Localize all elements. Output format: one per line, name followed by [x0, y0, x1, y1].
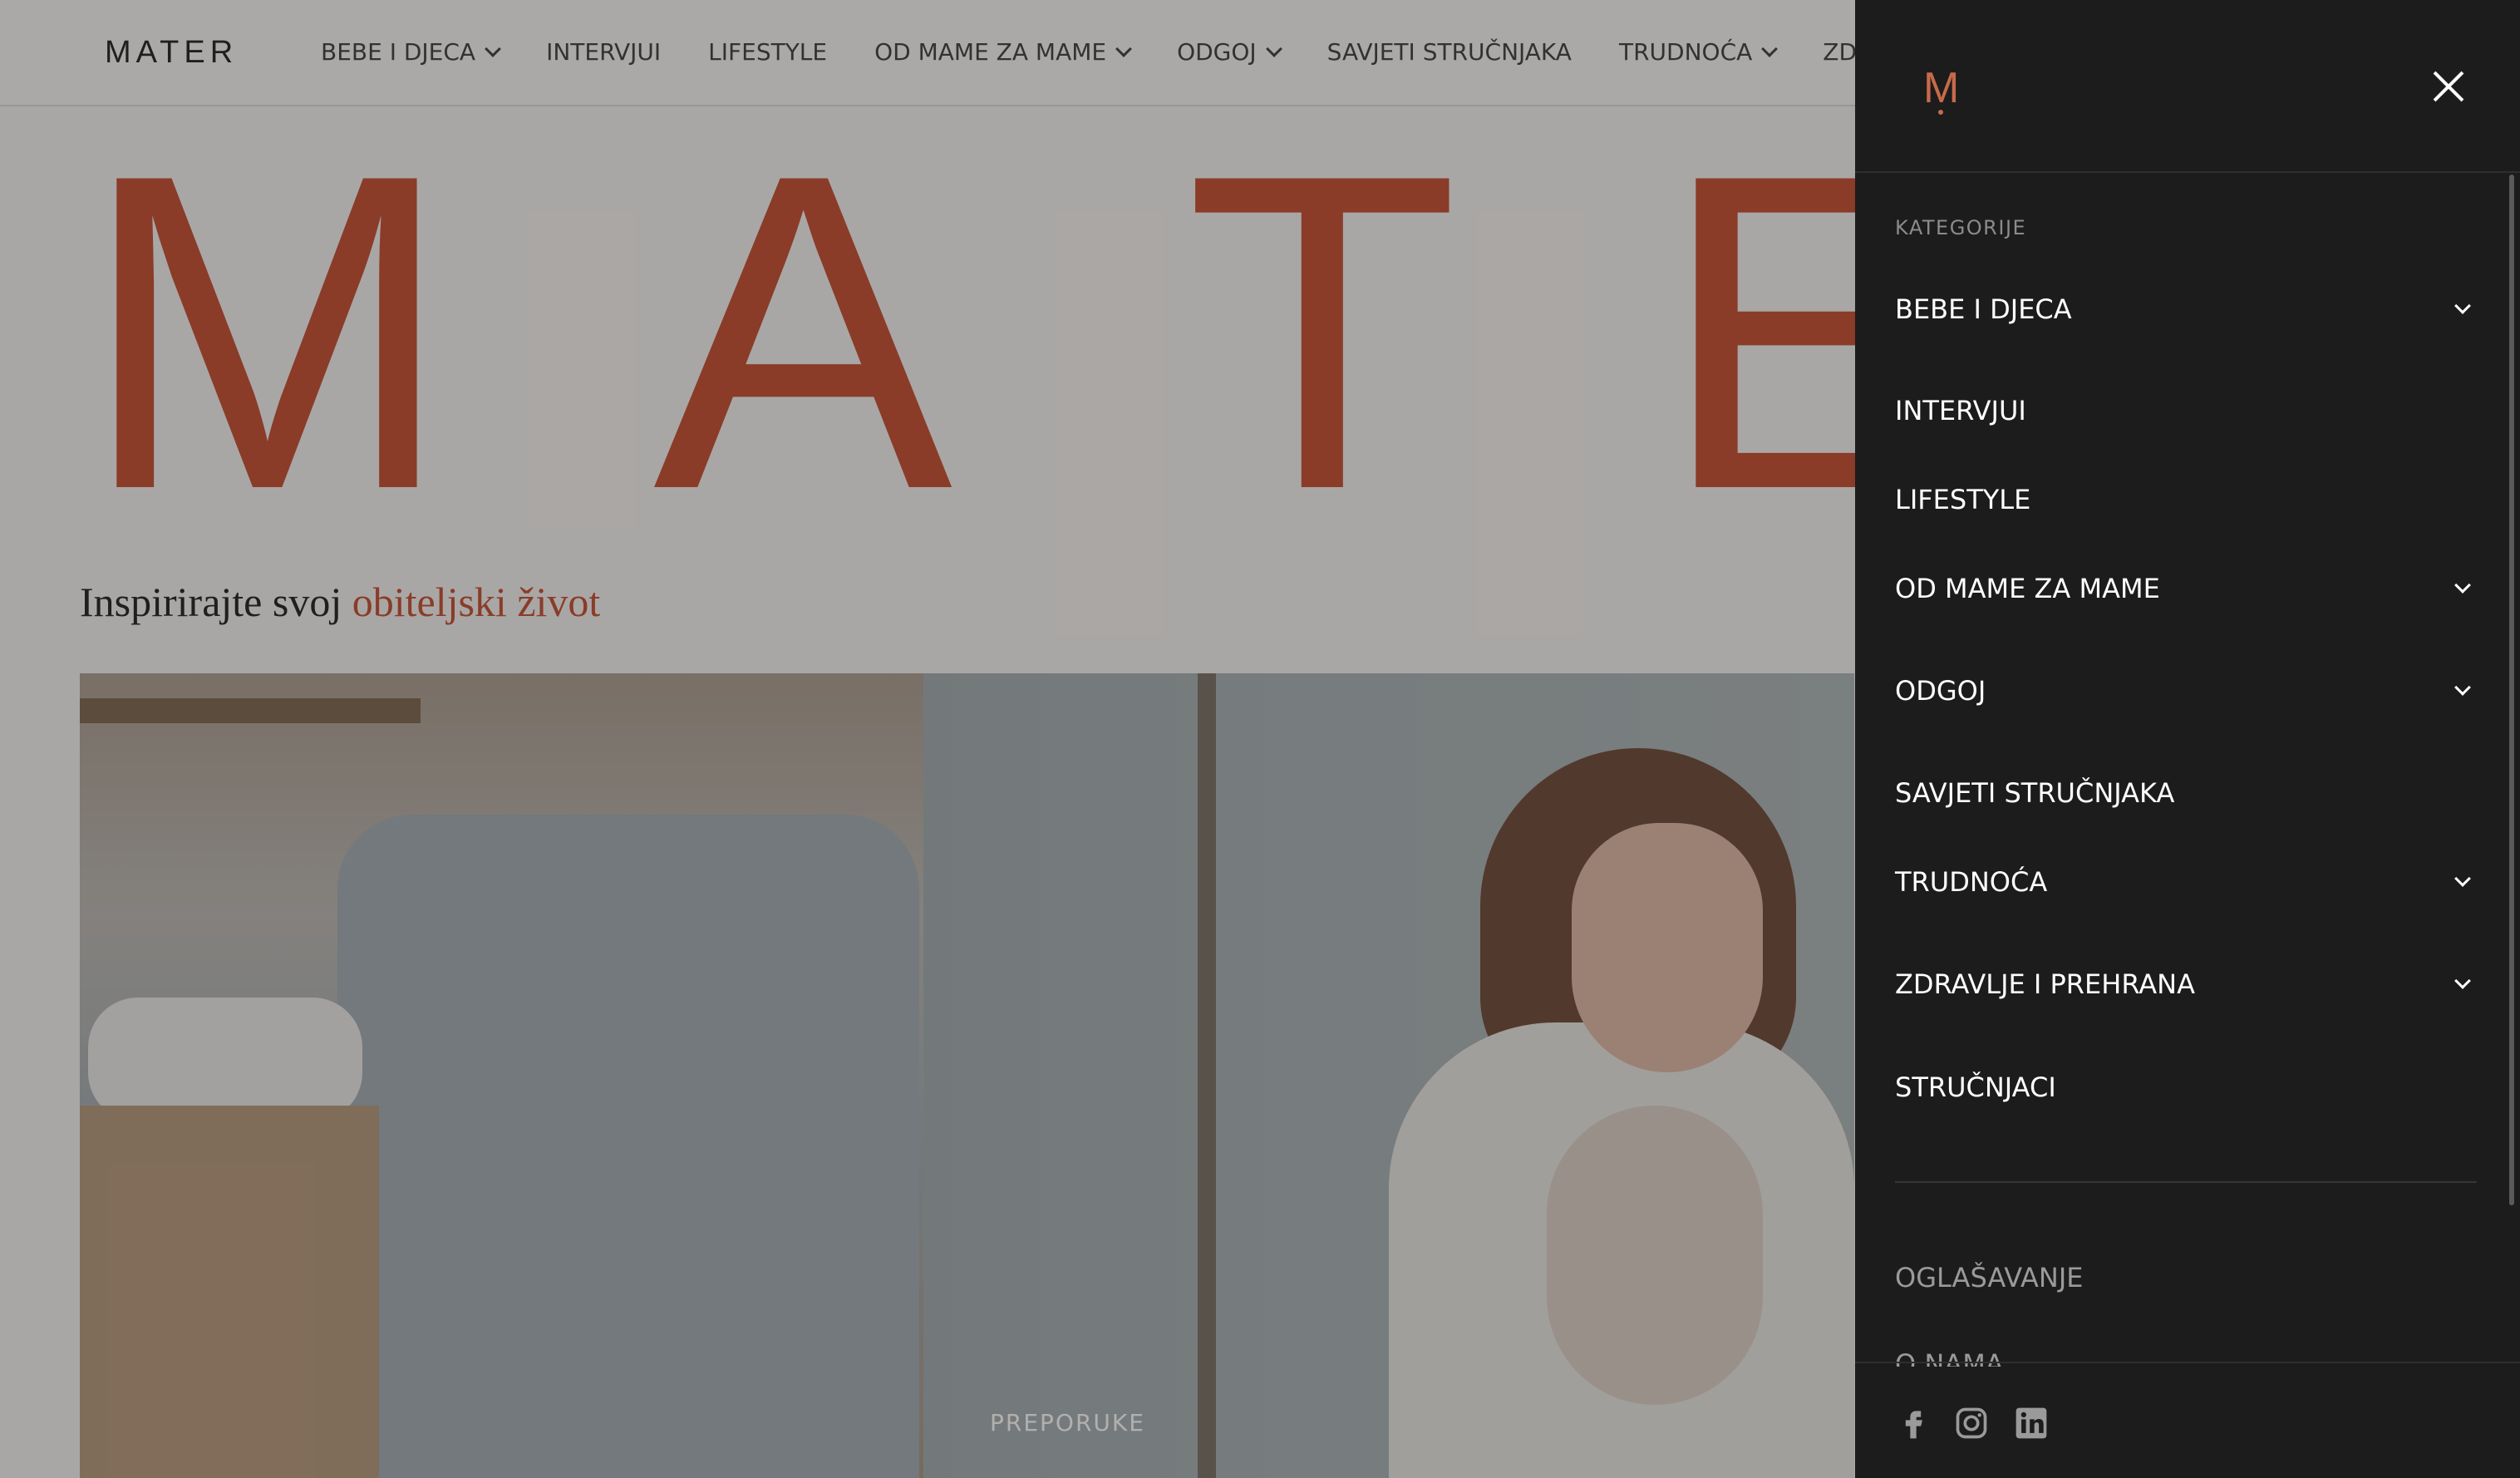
drawer-item-bebe-i-djeca[interactable]: BEBE I DJECA: [1895, 284, 2477, 334]
drawer-item-zdravlje-i-prehrana[interactable]: ZDRAVLJE I PREHRANA: [1895, 959, 2477, 1009]
drawer-menu: KATEGORIJE BEBE I DJECA INTERVJUI LIFEST…: [1895, 173, 2477, 1367]
facebook-icon[interactable]: [1895, 1405, 1932, 1441]
drawer-item-od-mame-za-mame[interactable]: OD MAME ZA MAME: [1895, 564, 2477, 613]
drawer-logo[interactable]: M: [1923, 63, 1959, 113]
drawer-divider: [1895, 1181, 2477, 1183]
instagram-icon[interactable]: [1953, 1405, 1990, 1441]
side-drawer: M KATEGORIJE BEBE I DJECA INTERVJUI LIFE…: [1855, 0, 2520, 1478]
chevron-down-icon[interactable]: [2454, 973, 2471, 989]
chevron-down-icon[interactable]: [2454, 679, 2471, 696]
chevron-down-icon[interactable]: [2454, 870, 2471, 887]
drawer-item-odgoj[interactable]: ODGOJ: [1895, 666, 2477, 716]
drawer-header: M: [1855, 0, 2520, 173]
drawer-item-label: TRUDNOĆA: [1895, 866, 2048, 898]
chevron-down-icon[interactable]: [2454, 577, 2471, 594]
drawer-item-label: OD MAME ZA MAME: [1895, 573, 2160, 604]
drawer-item-label: LIFESTYLE: [1895, 484, 2031, 515]
linkedin-icon[interactable]: [2013, 1405, 2050, 1441]
drawer-scrollbar[interactable]: [2507, 173, 2517, 1212]
drawer-item-lifestyle[interactable]: LIFESTYLE: [1895, 475, 2477, 525]
drawer-item-label: ODGOJ: [1895, 675, 1986, 707]
close-icon[interactable]: [2429, 67, 2468, 106]
drawer-item-label: SAVJETI STRUČNJAKA: [1895, 777, 2175, 809]
categories-label: KATEGORIJE: [1895, 216, 2027, 239]
drawer-link-oglasavanje[interactable]: OGLAŠAVANJE: [1895, 1262, 2084, 1293]
scrollbar-thumb[interactable]: [2509, 175, 2514, 1205]
logo-dot: [1938, 110, 1943, 115]
chevron-down-icon[interactable]: [2454, 298, 2471, 314]
drawer-item-strucnjaci[interactable]: STRUČNJACI: [1895, 1062, 2477, 1112]
drawer-item-label: INTERVJUI: [1895, 395, 2026, 426]
drawer-item-label: BEBE I DJECA: [1895, 293, 2072, 325]
drawer-item-savjeti-strucnjaka[interactable]: SAVJETI STRUČNJAKA: [1895, 768, 2477, 818]
drawer-footer: [1855, 1362, 2520, 1478]
drawer-item-label: STRUČNJACI: [1895, 1072, 2056, 1103]
drawer-item-intervjui[interactable]: INTERVJUI: [1895, 386, 2477, 436]
drawer-item-trudnoca[interactable]: TRUDNOĆA: [1895, 857, 2477, 907]
drawer-item-label: ZDRAVLJE I PREHRANA: [1895, 968, 2195, 1000]
